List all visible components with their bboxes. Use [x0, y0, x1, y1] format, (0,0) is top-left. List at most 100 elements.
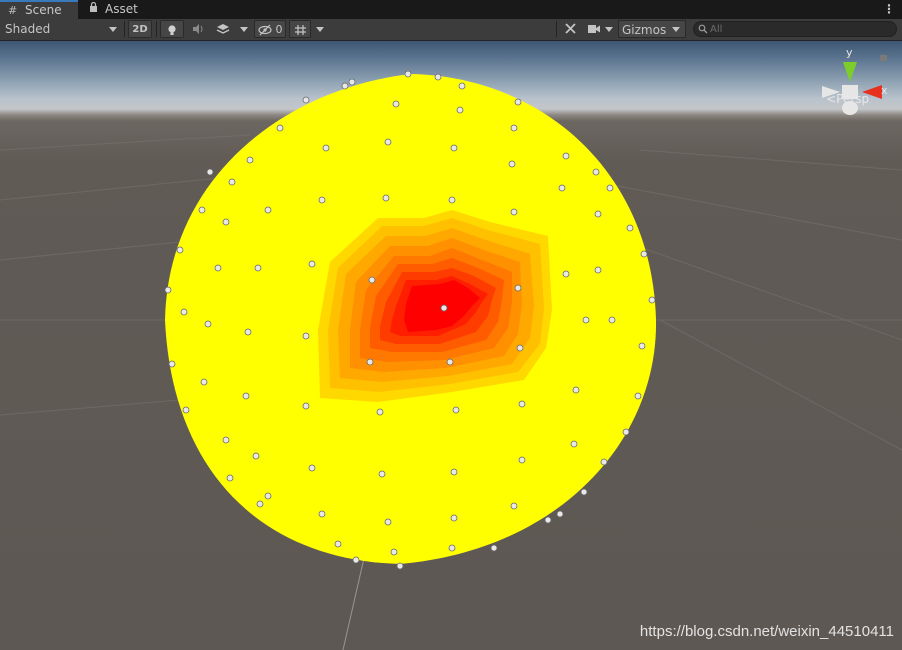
vertex-point: [382, 194, 390, 202]
vertex-point: [200, 378, 208, 386]
orientation-gizmo[interactable]: [822, 55, 887, 115]
tools-button[interactable]: [560, 19, 580, 39]
toggle-2d-button[interactable]: 2D: [128, 20, 152, 38]
vertex-point: [308, 260, 316, 268]
vertex-point: [558, 184, 566, 192]
divider: [124, 21, 125, 37]
grid-icon: #: [8, 4, 18, 17]
vertex-point: [204, 320, 212, 328]
vertex-point: [308, 464, 316, 472]
vertex-point: [640, 250, 648, 258]
vertex-point: [176, 246, 184, 254]
search-field[interactable]: [693, 21, 897, 37]
vertex-point: [634, 392, 642, 400]
search-input[interactable]: [710, 22, 890, 36]
vertex-point: [606, 184, 614, 192]
vertex-point: [404, 70, 412, 78]
vertex-point: [376, 408, 384, 416]
vertex-point: [222, 436, 230, 444]
vertex-point: [384, 518, 392, 526]
vertex-point: [570, 440, 578, 448]
vertex-point: [452, 406, 460, 414]
vertex-point: [490, 544, 498, 552]
vertex-point: [458, 82, 466, 90]
vertex-point: [446, 358, 454, 366]
gizmo-lock-icon[interactable]: [880, 55, 887, 61]
vertex-point: [648, 296, 656, 304]
vertex-point: [594, 210, 602, 218]
vertex-point: [600, 458, 608, 466]
vertex-point: [302, 332, 310, 340]
vertex-point: [580, 488, 588, 496]
grid-dropdown[interactable]: [314, 19, 326, 39]
audio-toggle-button[interactable]: [188, 19, 208, 39]
vertex-point: [626, 224, 634, 232]
vertex-point: [594, 266, 602, 274]
vertex-point: [544, 516, 552, 524]
vertex-point: [378, 470, 386, 478]
gizmos-dropdown[interactable]: Gizmos: [618, 20, 686, 38]
vertex-point: [608, 316, 616, 324]
wrench-icon: [564, 23, 576, 34]
vertex-point: [448, 196, 456, 204]
projection-label: Persp: [836, 92, 870, 106]
scene-viewport[interactable]: <Persp y x https://blog.csdn.net/weixin_…: [0, 41, 902, 650]
more-options-icon[interactable]: ⋮: [882, 0, 896, 19]
vertex-point: [396, 562, 404, 570]
hidden-count: 0: [275, 23, 283, 36]
draw-mode-dropdown[interactable]: Shaded: [0, 19, 122, 39]
vertex-point: [638, 342, 646, 350]
vertex-point: [518, 456, 526, 464]
chevron-left-icon: <: [826, 92, 837, 106]
projection-toggle[interactable]: <Persp: [826, 92, 869, 106]
lighting-toggle-button[interactable]: [160, 20, 184, 38]
vertex-point: [510, 208, 518, 216]
vertex-point: [562, 152, 570, 160]
vertex-point: [514, 98, 522, 106]
vertex-point: [450, 468, 458, 476]
toggle-2d-label: 2D: [132, 24, 148, 35]
vertex-point: [242, 392, 250, 400]
vertex-point: [384, 138, 392, 146]
vertex-point: [582, 316, 590, 324]
tab-asset-store[interactable]: Asset Store: [80, 0, 180, 35]
vertex-point: [276, 124, 284, 132]
divider: [156, 21, 157, 37]
vertex-point: [252, 452, 260, 460]
vertex-point: [228, 178, 236, 186]
bag-icon: [88, 0, 101, 19]
vertex-point: [322, 144, 330, 152]
vertex-point: [302, 96, 310, 104]
camera-settings-button[interactable]: [584, 19, 616, 39]
vertex-point: [434, 73, 442, 81]
scene-visibility-button[interactable]: 0: [254, 20, 286, 38]
vertex-point: [390, 548, 398, 556]
vertex-point: [450, 144, 458, 152]
effects-toggle-button[interactable]: [212, 19, 234, 39]
hidden-eye-icon: [258, 24, 272, 36]
vertex-point: [510, 124, 518, 132]
chevron-down-icon: [109, 27, 117, 32]
vertex-point: [508, 160, 516, 168]
vertex-point: [180, 308, 188, 316]
grid-toggle-button[interactable]: [289, 20, 311, 38]
effects-dropdown[interactable]: [238, 19, 250, 39]
vertex-point: [368, 276, 376, 284]
vertex-point: [366, 358, 374, 366]
chevron-down-icon: [605, 27, 613, 32]
vertex-point: [352, 556, 360, 564]
vertex-point: [450, 514, 458, 522]
vertex-point: [518, 400, 526, 408]
speaker-icon: [192, 24, 202, 34]
grid-icon: [294, 25, 306, 35]
vertex-point: [164, 286, 172, 294]
vertex-point: [226, 474, 234, 482]
vertex-point: [168, 360, 176, 368]
tab-scene[interactable]: # Scene: [0, 0, 78, 19]
camera-icon: [588, 25, 600, 33]
scene-render[interactable]: [0, 41, 902, 650]
vertex-point: [246, 156, 254, 164]
vertex-point: [206, 168, 214, 176]
vertex-point: [341, 82, 349, 90]
light-bulb-icon: [168, 25, 176, 35]
